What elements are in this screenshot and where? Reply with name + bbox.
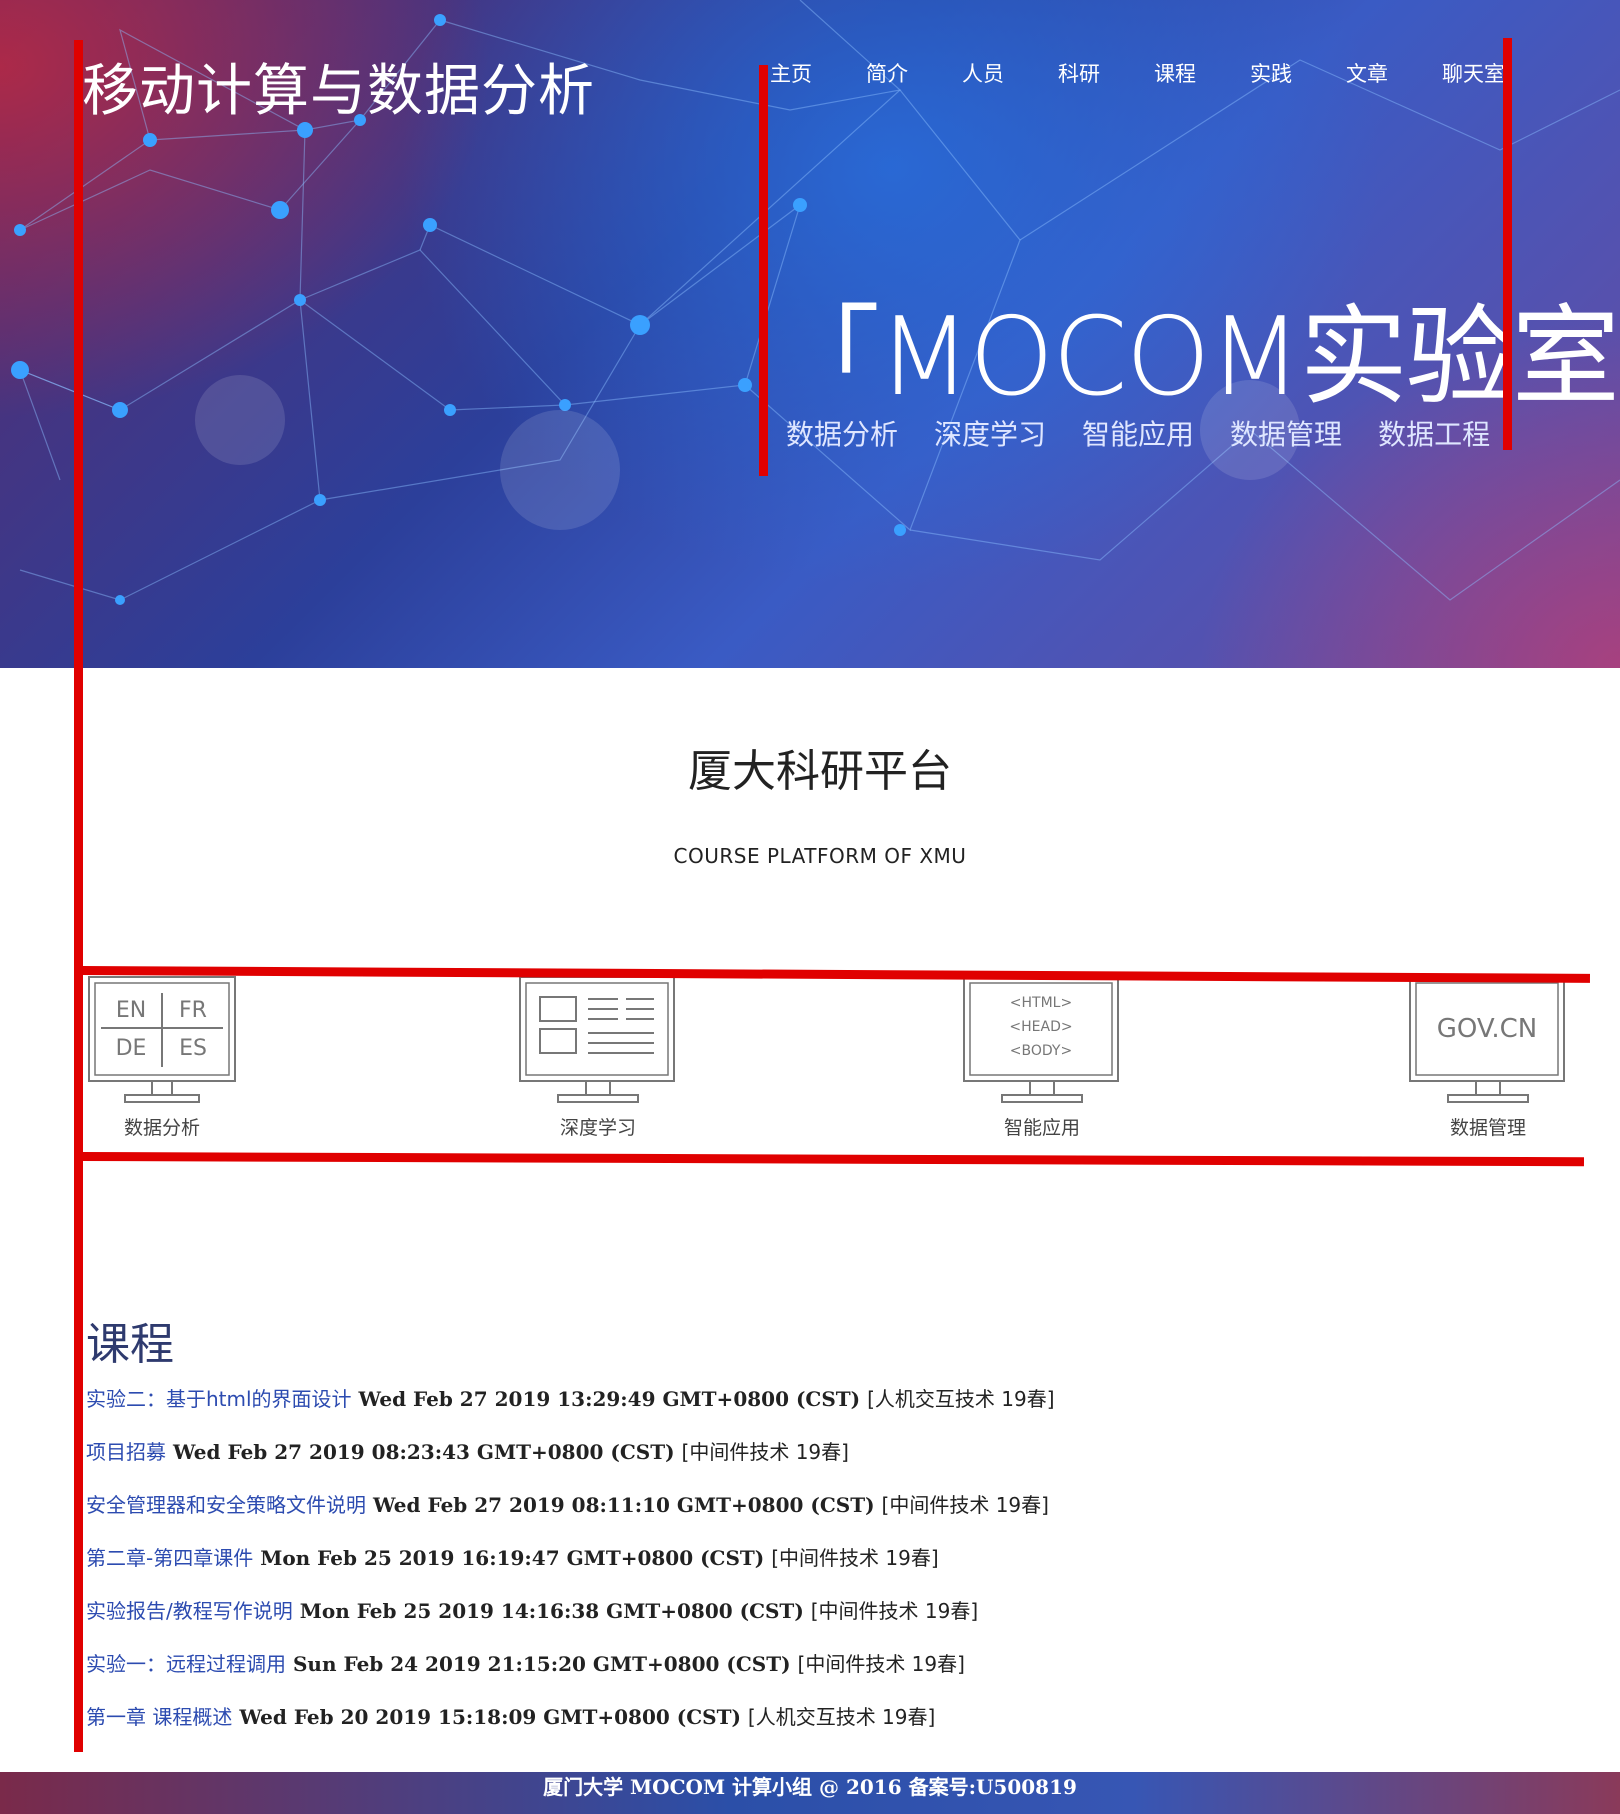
list-item: 实验报告/教程写作说明 Mon Feb 25 2019 14:16:38 GMT…	[86, 1596, 1055, 1649]
course-link[interactable]: 安全管理器和安全策略文件说明	[86, 1493, 366, 1517]
feature-item[interactable]: EN FR DE ES 数据分析	[82, 975, 242, 1140]
course-list: 实验二：基于html的界面设计 Wed Feb 27 2019 13:29:49…	[86, 1384, 1055, 1755]
screen-text: DE	[116, 1036, 147, 1061]
list-item: 安全管理器和安全策略文件说明 Wed Feb 27 2019 08:11:10 …	[86, 1490, 1055, 1543]
language-monitor-icon: EN FR DE ES	[88, 976, 236, 1103]
screen-text: <BODY>	[1010, 1043, 1072, 1059]
course-date: Wed Feb 27 2019 08:11:10 GMT+0800 (CST)	[372, 1493, 875, 1517]
feature-item[interactable]: <HTML> <HEAD> <BODY> 智能应用	[962, 975, 1122, 1140]
hero-banner: 移动计算与数据分析 主页 简介 人员 科研 课程 实践 文章 聊天室 「MOCO…	[0, 0, 1620, 668]
feature-label: 深度学习	[559, 1117, 636, 1139]
course-link[interactable]: 项目招募	[86, 1440, 166, 1464]
nav-research[interactable]: 科研	[1058, 58, 1154, 88]
nav-home[interactable]: 主页	[770, 58, 866, 88]
screen-text: <HTML>	[1010, 995, 1072, 1011]
list-item: 实验二：基于html的界面设计 Wed Feb 27 2019 13:29:49…	[86, 1384, 1055, 1437]
gov-monitor-icon: GOV.CN	[1409, 976, 1565, 1103]
main-nav: 主页 简介 人员 科研 课程 实践 文章 聊天室	[770, 58, 1538, 88]
course-category: [中间件技术 19春]	[681, 1440, 849, 1464]
course-link[interactable]: 实验一：远程过程调用	[86, 1652, 286, 1676]
nav-articles[interactable]: 文章	[1346, 58, 1442, 88]
course-category: [人机交互技术 19春]	[747, 1705, 936, 1729]
list-item: 第一章 课程概述 Wed Feb 20 2019 15:18:09 GMT+08…	[86, 1702, 1055, 1755]
nav-chatroom[interactable]: 聊天室	[1442, 58, 1538, 88]
layout-monitor-icon	[519, 976, 675, 1103]
list-item: 项目招募 Wed Feb 27 2019 08:23:43 GMT+0800 (…	[86, 1437, 1055, 1490]
course-date: Mon Feb 25 2019 16:19:47 GMT+0800 (CST)	[260, 1546, 765, 1570]
course-category: [中间件技术 19春]	[810, 1599, 979, 1623]
course-link[interactable]: 第二章-第四章课件	[86, 1546, 253, 1570]
course-date: Sun Feb 24 2019 21:15:20 GMT+0800 (CST)	[292, 1652, 791, 1676]
site-logo[interactable]: 移动计算与数据分析	[82, 46, 595, 127]
feature-label: 数据分析	[123, 1117, 200, 1139]
platform-title: 厦大科研平台	[688, 746, 952, 797]
hero-tags: 数据分析 深度学习 智能应用 数据管理 数据工程	[786, 413, 1526, 453]
feature-row: EN FR DE ES 数据分析 深度学习 <HTML> <HEAD> <BOD…	[82, 975, 1620, 1155]
course-category: [人机交互技术 19春]	[867, 1387, 1055, 1411]
hero-tag: 深度学习	[934, 418, 1047, 451]
course-link[interactable]: 实验报告/教程写作说明	[86, 1599, 293, 1623]
course-category: [中间件技术 19春]	[771, 1546, 939, 1570]
annotation-line	[1503, 38, 1512, 450]
screen-text: FR	[179, 998, 207, 1023]
nav-intro[interactable]: 简介	[866, 58, 962, 88]
hero-tag: 智能应用	[1082, 418, 1195, 451]
screen-text: ES	[179, 1036, 207, 1061]
course-date: Mon Feb 25 2019 14:16:38 GMT+0800 (CST)	[299, 1599, 804, 1623]
course-date: Wed Feb 27 2019 13:29:49 GMT+0800 (CST)	[358, 1387, 861, 1411]
screen-text: GOV.CN	[1437, 1014, 1537, 1044]
feature-label: 数据管理	[1449, 1117, 1526, 1139]
feature-label: 智能应用	[1003, 1117, 1080, 1139]
courses-heading: 课程	[86, 1319, 174, 1370]
screen-text: EN	[116, 998, 146, 1023]
list-item: 实验一：远程过程调用 Sun Feb 24 2019 21:15:20 GMT+…	[86, 1649, 1055, 1702]
annotation-line	[74, 40, 83, 1752]
nav-courses[interactable]: 课程	[1154, 58, 1250, 88]
course-date: Wed Feb 20 2019 15:18:09 GMT+0800 (CST)	[239, 1705, 741, 1729]
list-item: 第二章-第四章课件 Mon Feb 25 2019 16:19:47 GMT+0…	[86, 1543, 1055, 1596]
site-footer: 厦门大学 MOCOM 计算小组 @ 2016 备案号:U500819	[0, 1772, 1620, 1814]
hero-tag: 数据分析	[786, 418, 899, 451]
feature-item[interactable]: GOV.CN 数据管理	[1408, 975, 1568, 1140]
courses-section: 课程 实验二：基于html的界面设计 Wed Feb 27 2019 13:29…	[86, 1308, 1055, 1755]
course-category: [中间件技术 19春]	[797, 1652, 965, 1676]
nav-practice[interactable]: 实践	[1250, 58, 1346, 88]
annotation-line	[759, 65, 768, 476]
hero-tag: 数据工程	[1378, 418, 1491, 451]
html-monitor-icon: <HTML> <HEAD> <BODY>	[963, 976, 1119, 1103]
platform-subtitle: COURSE PLATFORM OF XMU	[673, 844, 967, 868]
screen-text: <HEAD>	[1009, 1019, 1072, 1035]
course-link[interactable]: 实验二：基于html的界面设计	[86, 1387, 352, 1411]
course-link[interactable]: 第一章 课程概述	[86, 1705, 232, 1729]
hero-tag: 数据管理	[1230, 418, 1343, 451]
nav-people[interactable]: 人员	[962, 58, 1058, 88]
course-date: Wed Feb 27 2019 08:23:43 GMT+0800 (CST)	[172, 1440, 675, 1464]
course-category: [中间件技术 19春]	[881, 1493, 1049, 1517]
feature-item[interactable]: 深度学习	[518, 975, 678, 1140]
hero-title: 「MOCOM实验室」	[772, 295, 1620, 420]
